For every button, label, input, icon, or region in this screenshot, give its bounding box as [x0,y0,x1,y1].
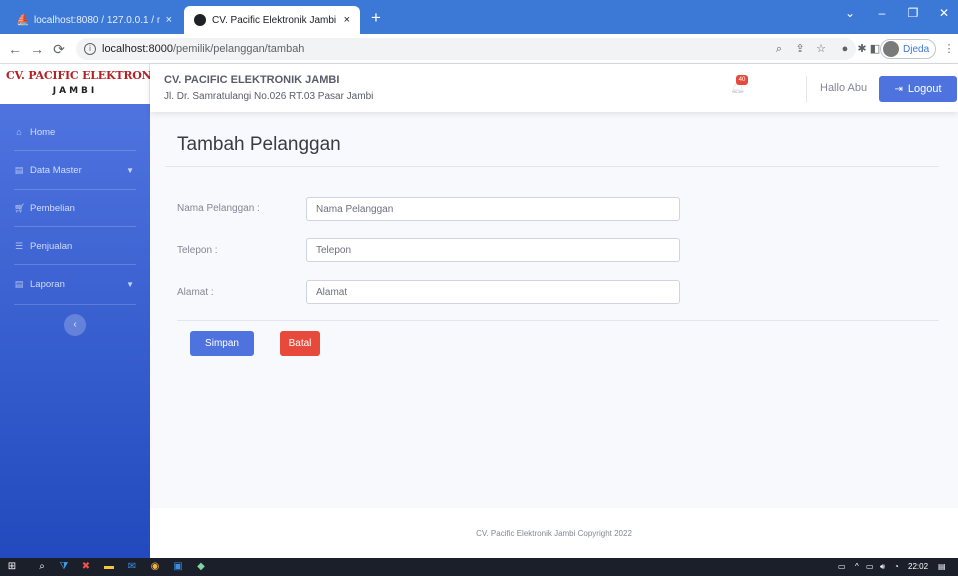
report-icon: ▤ [14,278,24,289]
share-icon[interactable]: ⇪ [793,42,807,56]
sidebar-item-label: Home [30,126,56,138]
page-title: Tambah Pelanggan [177,134,341,155]
sidebar-toggle-button[interactable]: ‹ [64,314,86,336]
alamat-label: Alamat : [177,287,214,298]
chevron-left-icon: ‹ [73,319,77,330]
tab-title: CV. Pacific Elektronik Jambi [212,14,337,26]
footer: CV. Pacific Elektronik Jambi Copyright 2… [150,508,958,558]
topbar: CV. PACIFIC ELEKTRONIK JAMBI Jl. Dr. Sam… [150,64,958,112]
tab-close-icon[interactable]: × [344,14,350,26]
brand-line-2: JAMBI [52,86,98,96]
mail-icon[interactable]: ✉ [126,561,138,573]
user-greeting[interactable]: Hallo Abu [820,82,867,94]
sidebar: CV. PACIFIC ELEKTRONIK JAMBI ⌂ Home ▤ Da… [0,64,166,558]
avatar [883,41,899,57]
app-icon[interactable]: ◆ [195,561,207,573]
file-explorer-icon[interactable]: ▬ [103,561,115,573]
logout-label: Logout [907,83,942,95]
minimize-button[interactable]: – [872,6,892,20]
cart-icon: 🛒︎ [14,202,26,213]
tab-phpmyadmin[interactable]: ⛵ localhost:8080 / 127.0.0.1 / mysq × [6,6,182,34]
nama-pelanggan-input[interactable] [306,197,680,221]
folder-icon: ▤ [14,164,24,175]
chevron-down-icon: ▼ [126,279,134,289]
keyboard-icon[interactable]: ▭ [838,561,846,573]
chevron-up-icon[interactable]: ^ [855,561,859,573]
sidebar-item-data-master[interactable]: ▤ Data Master ▼ [0,151,150,189]
sidebar-item-pembelian[interactable]: 🛒︎ Pembelian [0,189,150,227]
save-button[interactable]: Simpan [190,331,254,356]
home-icon: ⌂ [16,127,22,137]
windows-start-icon[interactable]: ⊞ [6,561,18,573]
phpmyadmin-icon: ⛵ [16,14,30,26]
menu-kebab-icon[interactable]: ⋮ [942,42,956,56]
url-host: localhost:8000 [102,43,173,55]
clock-time[interactable]: 22:02 [908,561,928,573]
profile-name: Djeda [903,43,930,55]
topbar-divider [806,76,807,102]
browser-address-bar: ← → ⟳ i localhost:8000/pemilik/pelanggan… [0,34,958,64]
bookmark-star-icon[interactable]: ☆ [814,42,828,56]
notification-bell[interactable]: 🔔︎ 40 [730,75,748,94]
url-field[interactable]: i localhost:8000/pemilik/pelanggan/tamba… [76,38,856,60]
sidebar-divider [14,304,136,305]
company-name: CV. PACIFIC ELEKTRONIK JAMBI [164,74,340,86]
brand-line-1: CV. PACIFIC ELEKTRONIK [6,69,166,82]
alamat-input[interactable] [306,280,680,304]
globe-icon [194,14,206,26]
tab-close-icon[interactable]: × [166,14,172,26]
notification-badge: 40 [736,75,748,85]
restore-button[interactable]: ❐ [903,6,923,20]
sidebar-item-label: Laporan [30,278,65,290]
sidebar-item-label: Penjualan [30,240,73,252]
search-icon[interactable]: ⌕ [36,561,48,573]
sidebar-item-home[interactable]: ⌂ Home [0,113,150,151]
chevron-down-icon: ▼ [126,165,134,175]
word-icon[interactable]: ▣ [172,561,184,573]
copyright-text: CV. Pacific Elektronik Jambi Copyright 2… [476,529,632,538]
notification-center-icon[interactable]: ▤ [938,561,946,573]
zoom-icon[interactable]: ⌕ [772,42,786,56]
tab-pacific-elektronik[interactable]: CV. Pacific Elektronik Jambi × [184,6,360,34]
form-divider [177,320,939,321]
reload-icon[interactable]: ⟳ [50,40,68,58]
new-tab-button[interactable]: + [366,8,386,28]
site-info-icon[interactable]: i [84,43,96,55]
chrome-icon[interactable]: ◉ [149,561,161,573]
xampp-icon[interactable]: ✖ [80,561,92,573]
extension-icon[interactable]: ● [838,42,852,56]
sidebar-item-penjualan[interactable]: ☰ Penjualan [0,227,150,265]
sidebar-item-label: Pembelian [30,202,75,214]
brand-logo[interactable]: CV. PACIFIC ELEKTRONIK JAMBI [0,64,166,104]
back-icon[interactable]: ← [6,40,24,58]
forward-icon[interactable]: → [28,40,46,58]
telepon-input[interactable] [306,238,680,262]
telepon-label: Telepon : [177,245,218,256]
logout-button[interactable]: ⇥ Logout [879,76,957,102]
wifi-icon[interactable]: ◔ [894,561,899,573]
nama-pelanggan-label: Nama Pelanggan : [177,203,260,214]
sidebar-item-laporan[interactable]: ▤ Laporan ▼ [0,265,150,303]
vscode-icon[interactable]: ⧩ [58,561,70,573]
browser-tab-bar: ⛵ localhost:8080 / 127.0.0.1 / mysq × CV… [0,0,958,34]
title-divider [165,166,939,167]
puzzle-icon[interactable]: ✱ [855,42,869,56]
sidebar-item-label: Data Master [30,164,82,176]
tab-search-icon[interactable]: ⌄ [840,6,860,20]
cash-icon: ☰ [14,240,24,251]
battery-icon[interactable]: ▭ [866,561,874,573]
company-address: Jl. Dr. Samratulangi No.026 RT.03 Pasar … [164,91,374,102]
url-path: /pemilik/pelanggan/tambah [172,43,305,55]
tab-title: localhost:8080 / 127.0.0.1 / mysq [34,14,160,26]
cancel-button[interactable]: Batal [280,331,320,356]
profile-button[interactable]: Djeda [880,39,937,59]
windows-taskbar: ⊞ ⌕ ⧩ ✖ ▬ ✉ ◉ ▣ ◆ ▭ ^ ▭ 🔊︎ ◔ 22:02 ▤ [0,558,958,576]
sign-out-icon: ⇥ [894,83,903,95]
close-window-button[interactable]: ✕ [934,6,954,20]
volume-icon[interactable]: 🔊︎ [880,561,885,573]
